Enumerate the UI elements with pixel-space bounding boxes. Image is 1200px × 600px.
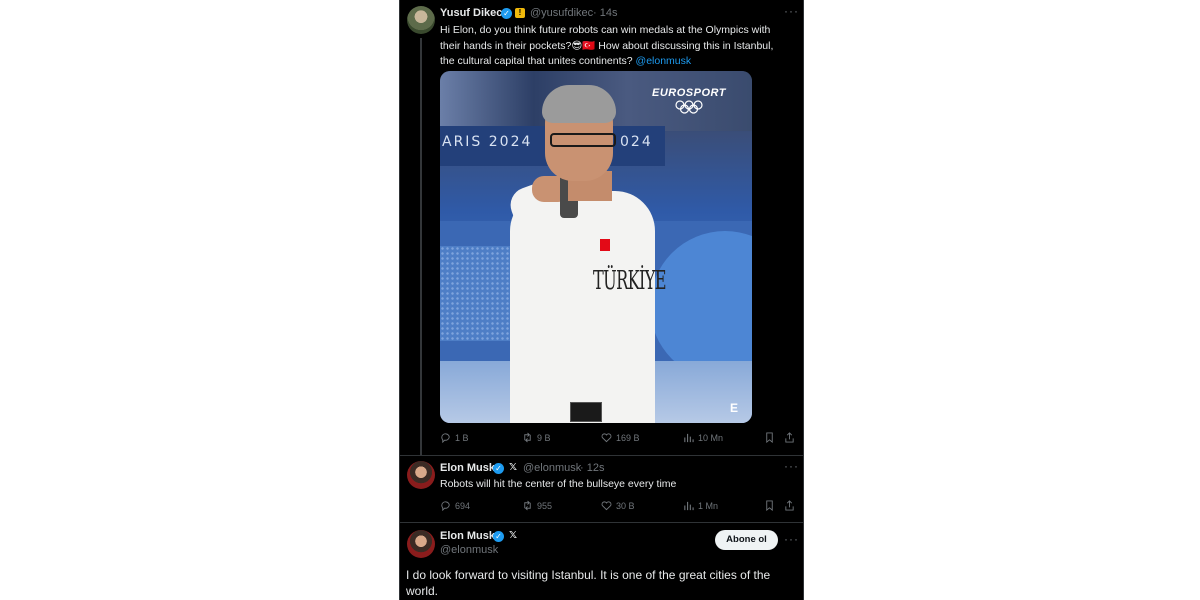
like-count: 30 B (616, 500, 635, 511)
more-options-icon[interactable]: ··· (784, 4, 799, 18)
share-icon[interactable] (784, 432, 795, 443)
retweet-icon (524, 432, 531, 443)
retweet-icon (524, 500, 531, 511)
timeline-panel: Yusuf Dikec ✓ ! @yusufdikec · 14s ··· Hi… (399, 0, 804, 600)
verified-icon: ✓ (501, 8, 512, 19)
tweet-text: Hi Elon, do you think future robots can … (440, 23, 790, 70)
reply-count: 1 B (455, 432, 469, 443)
retweet-count: 9 B (537, 432, 551, 443)
reply-icon (441, 433, 450, 443)
dotted-panel (440, 246, 510, 341)
reply-button[interactable]: 694 (440, 500, 470, 511)
banner-text-left: ARIS 2024 (442, 134, 533, 150)
verified-icon: ✓ (493, 531, 504, 542)
author-name[interactable]: Elon Musk (440, 462, 495, 474)
tweet-video[interactable]: ARIS 2024 024 TÜRKİYE EUROSPORT E (440, 71, 752, 423)
olympic-rings-icon (675, 100, 703, 114)
timestamp[interactable]: · 14s (593, 7, 617, 19)
reply-button[interactable]: 1 B (440, 432, 469, 443)
more-options-icon[interactable]: ··· (784, 532, 799, 546)
banner-text-right: 024 (620, 134, 653, 150)
views-button[interactable]: 10 Mn (683, 432, 723, 443)
avatar[interactable] (407, 6, 435, 34)
emoji-group: 😎🇹🇷 (571, 39, 596, 52)
bookmark-icon[interactable] (764, 432, 775, 443)
athlete-hair (542, 85, 616, 123)
tweet-elon-reply[interactable]: Elon Musk ✓ 𝕏 @elonmusk · 12s ··· Robots… (400, 455, 803, 522)
x-logo-icon: 𝕏 (509, 462, 518, 473)
retweet-button[interactable]: 955 (522, 500, 552, 511)
author-name[interactable]: Yusuf Dikec (440, 7, 502, 19)
heart-icon (601, 501, 612, 511)
views-button[interactable]: 1 Mn (683, 500, 718, 511)
views-icon (684, 433, 694, 443)
author-handle[interactable]: @elonmusk (523, 462, 581, 474)
tweet-text: I do look forward to visiting Istanbul. … (406, 568, 771, 598)
views-count: 1 Mn (698, 500, 719, 511)
more-options-icon[interactable]: ··· (784, 459, 799, 473)
tweet-yusuf[interactable]: Yusuf Dikec ✓ ! @yusufdikec · 14s ··· Hi… (400, 0, 803, 456)
reply-icon (441, 501, 450, 511)
author-handle[interactable]: @elonmusk (440, 544, 498, 556)
verified-icon: ✓ (493, 463, 504, 474)
gold-badge-icon: ! (515, 8, 525, 18)
author-name[interactable]: Elon Musk (440, 530, 495, 542)
mention-link[interactable]: @elonmusk (636, 55, 692, 67)
thread-line (420, 38, 422, 456)
retweet-count: 955 (537, 500, 553, 511)
author-handle[interactable]: @yusufdikec (530, 7, 593, 19)
heart-icon (601, 433, 612, 443)
like-button[interactable]: 169 B (601, 432, 640, 443)
share-icon[interactable] (784, 500, 795, 511)
flag-patch (600, 239, 610, 251)
timestamp[interactable]: · 12s (580, 462, 604, 474)
tweet-actions: 1 B 9 B 169 B 10 Mn (440, 432, 796, 446)
like-count: 169 B (616, 432, 640, 443)
views-icon (684, 501, 694, 511)
tweet-text: Robots will hit the center of the bullse… (440, 478, 677, 490)
eurosport-watermark: EUROSPORT (652, 87, 726, 99)
scoreboard-device (570, 402, 602, 422)
avatar[interactable] (407, 530, 435, 558)
follow-button[interactable]: Abone ol (715, 530, 778, 550)
retweet-button[interactable]: 9 B (522, 432, 551, 443)
views-count: 10 Mn (698, 432, 724, 443)
tweet-actions: 694 955 30 B 1 Mn (440, 500, 796, 514)
x-logo-icon: 𝕏 (509, 530, 518, 541)
reply-count: 694 (455, 500, 471, 511)
like-button[interactable]: 30 B (601, 500, 635, 511)
avatar[interactable] (407, 461, 435, 489)
bookmark-icon[interactable] (764, 500, 775, 511)
eurosport-corner-logo: E (730, 401, 739, 415)
glasses (550, 133, 616, 147)
jersey-text: TÜRKİYE (593, 266, 667, 296)
